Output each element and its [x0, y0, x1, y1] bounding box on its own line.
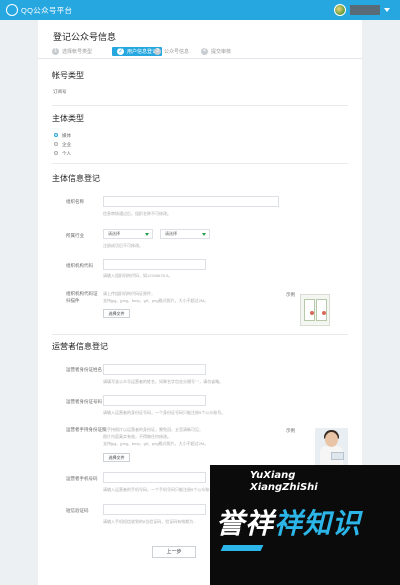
- seal-icon: [322, 311, 326, 315]
- account-type-value: 订阅号: [53, 89, 67, 94]
- license-example-image: [300, 294, 330, 326]
- org-name-input[interactable]: [103, 196, 279, 207]
- radio-enterprise-label: 企业: [62, 142, 71, 147]
- cert-upload-button[interactable]: 选择文件: [103, 309, 130, 318]
- org-name-label: 组织名称: [66, 199, 84, 204]
- operator-photo-label: 运营者手持身份证照: [66, 427, 107, 432]
- operator-photo-hint-3: 支持jpg、jpeg、bmp、gif、png格式照片，大小不超过2M。: [103, 441, 209, 446]
- industry-select-secondary[interactable]: 请选择: [160, 229, 210, 239]
- step-3: 3 公众号信息: [154, 48, 189, 56]
- operator-phone-label: 运营者手机号码: [66, 476, 98, 481]
- section-title-entity-info: 主体信息登记: [52, 174, 100, 183]
- operator-id-input[interactable]: [103, 395, 206, 406]
- operator-name-input[interactable]: [103, 364, 206, 375]
- radio-individual[interactable]: [54, 151, 58, 155]
- radio-media-label: 媒体: [62, 133, 71, 138]
- divider: [52, 334, 348, 335]
- cert-label-2: 扫描件: [66, 298, 80, 303]
- watermark-logo: YuXiang XiangZhiShi 誉祥祥知识: [210, 465, 400, 585]
- cert-hint: 请上传组织机构代码证原件，: [103, 291, 155, 296]
- industry-select-primary[interactable]: 请选择: [103, 229, 153, 239]
- document-icon: [316, 299, 327, 321]
- step-bar: 1 选择帐号类型 2 用户信息登记 3 公众号信息 4 提交审核: [38, 45, 362, 59]
- operator-id-label: 运营者身份证号码: [66, 399, 102, 404]
- operator-name-hint: 请填写该公众号运营者的姓名，如果名字包含分隔号"·"，请勿省略。: [103, 379, 224, 384]
- sms-code-hint: 请输入手机短信收到的6位验证码，验证码有效期为...: [103, 519, 197, 524]
- prev-step-button[interactable]: 上一步: [152, 546, 196, 558]
- industry-label: 所属行业: [66, 233, 84, 238]
- watermark-text: YuXiang XiangZhiShi: [250, 470, 318, 493]
- sms-code-label: 短信验证码: [66, 508, 89, 513]
- page-title: 登记公众号信息: [53, 32, 117, 42]
- cert-label: 组织机构代码证: [66, 291, 98, 296]
- brand-title: QQ公众号平台: [21, 6, 73, 15]
- step-1: 1 选择帐号类型: [52, 48, 92, 56]
- chevron-down-icon: [145, 233, 149, 236]
- qq-logo-icon: [6, 4, 18, 16]
- top-bar: QQ公众号平台: [0, 0, 400, 20]
- operator-phone-input[interactable]: [103, 472, 206, 483]
- operator-name-label: 运营者身份证姓名: [66, 367, 102, 372]
- watermark-brand: 誉祥祥知识: [216, 507, 362, 540]
- photo-example-label: 示例: [286, 428, 295, 433]
- document-icon: [304, 299, 315, 321]
- industry-hint: 注册成功后不可修改。: [103, 243, 143, 248]
- chevron-down-icon[interactable]: [384, 8, 390, 12]
- sms-code-input[interactable]: [103, 504, 206, 515]
- operator-photo-upload-button[interactable]: 选择文件: [103, 453, 130, 462]
- operator-phone-hint: 请输入运营者的手机号码，一个手机号码只能注册5个公众账号。: [103, 487, 218, 492]
- step-4: 4 提交审核: [201, 48, 231, 56]
- radio-media[interactable]: [54, 133, 58, 137]
- chevron-down-icon: [202, 233, 206, 236]
- section-title-entity-type: 主体类型: [52, 114, 84, 123]
- operator-photo-hint-2: 照片内容真实有效，不得做任何修改。: [103, 434, 171, 439]
- section-title-operator-info: 运营者信息登记: [52, 342, 108, 351]
- operator-photo-hint: 以手持照片以运营者的身份证，需免冠，五官清晰可见，: [103, 427, 203, 432]
- divider: [52, 105, 348, 106]
- org-code-input[interactable]: [103, 259, 206, 270]
- user-avatar[interactable]: [334, 4, 346, 16]
- org-name-hint: 信息审核通过后，组织名称不可修改。: [103, 211, 171, 216]
- section-title-account-type: 帐号类型: [52, 71, 84, 80]
- org-code-label: 组织机构代码: [66, 263, 93, 268]
- id-card-icon: [331, 452, 344, 460]
- cert-example-label: 示例: [286, 292, 295, 297]
- radio-enterprise[interactable]: [54, 142, 58, 146]
- handheld-id-example-image: [315, 428, 348, 466]
- cert-hint-2: 支持jpg、jpeg、bmp、gif、png格式照片，大小不超过2M。: [103, 298, 209, 303]
- operator-id-hint: 请输入运营者的身份证号码，一个身份证号码只能注册5个公众账号。: [103, 410, 226, 415]
- org-code-hint: 请输入组织机构代码，如12345678-9。: [103, 273, 173, 278]
- username-redacted[interactable]: [350, 5, 380, 15]
- divider: [52, 163, 348, 164]
- seal-icon: [310, 311, 314, 315]
- radio-individual-label: 个人: [62, 151, 71, 156]
